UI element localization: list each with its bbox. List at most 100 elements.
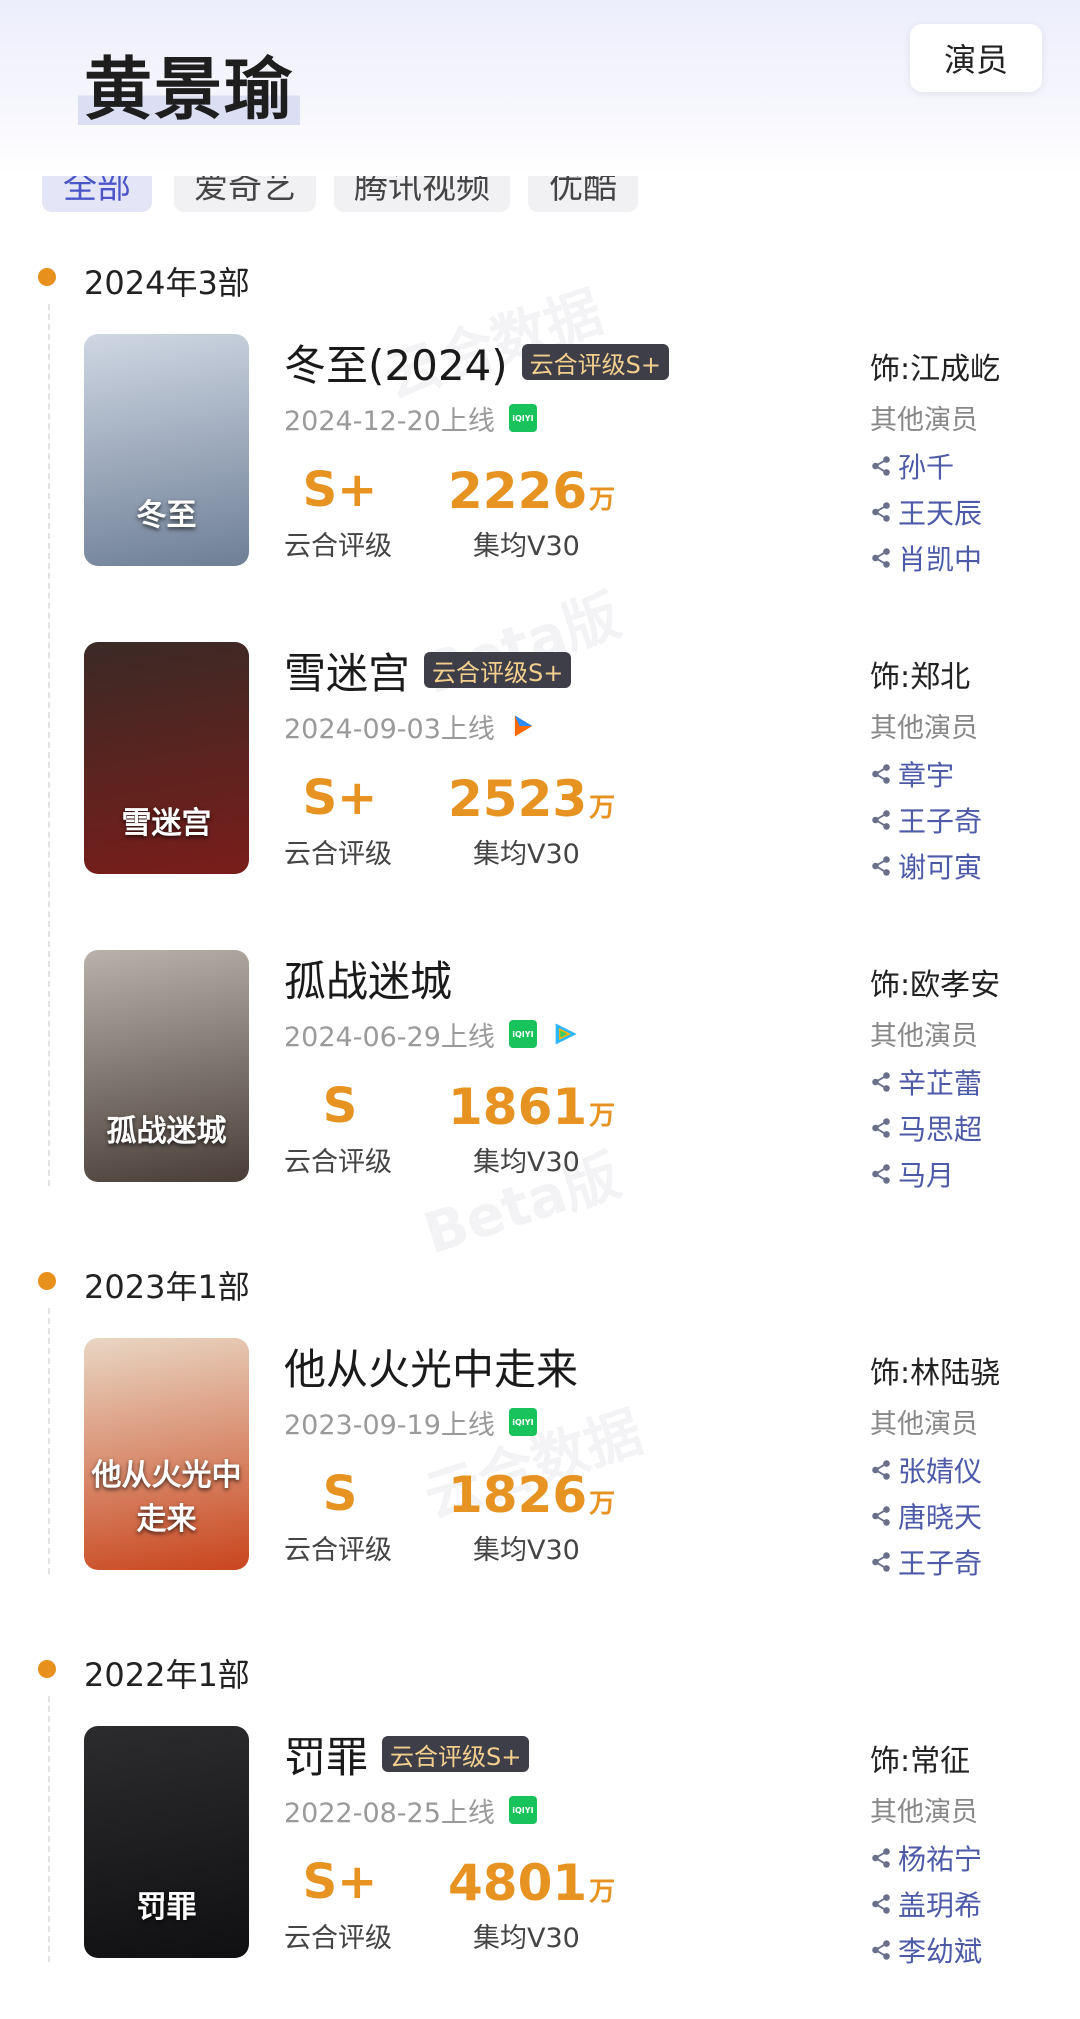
co-actor-link[interactable]: 李幼斌: [870, 1930, 982, 1970]
co-actor-link[interactable]: 马月: [870, 1154, 954, 1194]
tab-youku[interactable]: 优酷: [528, 176, 638, 212]
grade-label: 云合评级: [284, 839, 392, 870]
co-actor-link[interactable]: 谢可寅: [870, 846, 982, 886]
share-icon: [872, 502, 890, 522]
co-actor-link[interactable]: 张婧仪: [870, 1450, 982, 1490]
co-actor-link[interactable]: 肖凯中: [870, 538, 982, 578]
show-poster[interactable]: 他从火光中走来: [84, 1338, 249, 1570]
co-actor-link[interactable]: 王子奇: [870, 800, 982, 840]
title-row: 孤战迷城: [284, 950, 452, 1006]
show-poster[interactable]: 孤战迷城: [84, 950, 249, 1182]
co-actor-name: 章宇: [898, 759, 955, 792]
poster-title: 雪迷宫: [121, 806, 212, 841]
co-actor-link[interactable]: 盖玥希: [870, 1884, 982, 1924]
timeline-dot: [38, 1272, 56, 1290]
tencent-platform-icon: [551, 1020, 579, 1048]
release-date: 2024-12-20上线: [284, 405, 495, 437]
grade-value: S+: [302, 770, 378, 826]
iqiyi-platform-icon: iQIYI: [508, 1020, 537, 1048]
rating-badge: 云合评级S+: [382, 1736, 530, 1772]
heat-label: 集均V30: [473, 1923, 580, 1954]
release-date-row: 2024-09-03上线: [284, 706, 537, 746]
tab-iqiyi[interactable]: 爱奇艺: [174, 176, 316, 212]
heat-number: 1826: [448, 1466, 588, 1524]
share-icon: [872, 1552, 890, 1572]
share-icon: [872, 1164, 890, 1184]
show-title[interactable]: 罚罪: [284, 1724, 368, 1785]
share-icon: [872, 1848, 890, 1868]
title-row: 冬至(2024) 云合评级S+: [284, 332, 670, 393]
release-date-row: 2022-08-25上线 iQIYI: [284, 1790, 537, 1830]
share-icon: [872, 456, 890, 476]
tab-tencent[interactable]: 腾讯视频: [334, 176, 510, 212]
co-actor-link[interactable]: 孙千: [870, 446, 954, 486]
co-actor-link[interactable]: 王子奇: [870, 1542, 982, 1582]
heat-value: 4801万: [448, 1854, 615, 1912]
co-actor-link[interactable]: 唐晓天: [870, 1496, 982, 1536]
show-title[interactable]: 孤战迷城: [284, 948, 452, 1009]
co-actor-name: 唐晓天: [898, 1501, 983, 1534]
timeline-dot: [38, 1660, 56, 1678]
heat-unit: 万: [589, 485, 616, 515]
co-actor-link[interactable]: 章宇: [870, 754, 954, 794]
co-actor-link[interactable]: 王天辰: [870, 492, 982, 532]
co-actor-link[interactable]: 杨祐宁: [870, 1838, 982, 1878]
role-name: 饰:林陆骁: [870, 1356, 1001, 1391]
show-card[interactable]: 冬至 冬至(2024) 云合评级S+ 2024-12-20上线 iQIYI S+ 云合评级 2…: [0, 332, 1080, 576]
show-poster[interactable]: 雪迷宫: [84, 642, 249, 874]
share-icon: [872, 810, 890, 830]
share-icon: [872, 1506, 890, 1526]
show-poster[interactable]: 冬至: [84, 334, 249, 566]
year-label: 2024年3部: [84, 264, 250, 302]
grade-label: 云合评级: [284, 531, 392, 562]
grade-label: 云合评级: [284, 1535, 392, 1566]
iqiyi-platform-icon: iQIYI: [508, 1408, 537, 1436]
role-name: 饰:江成屹: [870, 352, 1001, 387]
grade-label: 云合评级: [284, 1923, 392, 1954]
iqiyi-platform-icon: iQIYI: [508, 404, 537, 432]
heat-unit: 万: [589, 1489, 616, 1519]
heat-label: 集均V30: [473, 839, 580, 870]
role-name: 饰:欧孝安: [870, 968, 1001, 1003]
release-date-row: 2024-06-29上线 iQIYI: [284, 1014, 579, 1054]
heat-label: 集均V30: [473, 1147, 580, 1178]
release-date: 2024-06-29上线: [284, 1021, 495, 1053]
role-button[interactable]: 演员: [910, 24, 1042, 92]
poster-title: 冬至: [136, 498, 197, 533]
show-poster[interactable]: 罚罪: [84, 1726, 249, 1958]
heat-value: 2226万: [448, 462, 615, 520]
heat-unit: 万: [589, 1101, 616, 1131]
heat-number: 1861: [448, 1078, 588, 1136]
tab-all[interactable]: 全部: [42, 176, 152, 212]
title-row: 罚罪 云合评级S+: [284, 1724, 530, 1785]
co-actor-name: 盖玥希: [898, 1889, 983, 1922]
show-title[interactable]: 他从火光中走来: [284, 1336, 578, 1397]
heat-label: 集均V30: [473, 1535, 580, 1566]
heat-unit: 万: [589, 1877, 616, 1907]
show-card[interactable]: 孤战迷城 孤战迷城 2024-06-29上线 iQIYI S 云合评级 1861万 集均V30…: [0, 950, 1080, 1192]
youku-platform-icon: [509, 712, 537, 740]
show-card[interactable]: 罚罪 罚罪 云合评级S+ 2022-08-25上线 iQIYI S+ 云合评级 4801万 集均…: [0, 1724, 1080, 1968]
heat-number: 4801: [448, 1854, 588, 1912]
co-actor-name: 马月: [898, 1159, 955, 1192]
heat-number: 2226: [448, 462, 588, 520]
co-actor-name: 王子奇: [898, 1547, 983, 1580]
co-actor-link[interactable]: 马思超: [870, 1108, 982, 1148]
co-actor-name: 孙千: [898, 451, 955, 484]
co-actor-link[interactable]: 辛芷蕾: [870, 1062, 982, 1102]
co-actor-name: 李幼斌: [898, 1935, 983, 1968]
rating-badge: 云合评级S+: [424, 652, 572, 688]
show-title[interactable]: 雪迷宫: [284, 640, 410, 701]
heat-value: 1861万: [448, 1078, 615, 1136]
timeline-dot: [38, 268, 56, 286]
show-card[interactable]: 他从火光中走来 他从火光中走来 2023-09-19上线 iQIYI S 云合评级 1826…: [0, 1336, 1080, 1580]
role-name: 饰:郑北: [870, 660, 971, 695]
show-card[interactable]: 雪迷宫 雪迷宫 云合评级S+ 2024-09-03上线 S+ 云合评级 2523万 集均V30…: [0, 640, 1080, 884]
year-label: 2022年1部: [84, 1656, 250, 1694]
show-title[interactable]: 冬至(2024): [284, 332, 508, 393]
co-actor-name: 谢可寅: [898, 851, 983, 884]
heat-label: 集均V30: [473, 531, 580, 562]
share-icon: [872, 548, 890, 568]
co-actor-name: 张婧仪: [898, 1455, 983, 1488]
title-row: 雪迷宫 云合评级S+: [284, 640, 572, 701]
